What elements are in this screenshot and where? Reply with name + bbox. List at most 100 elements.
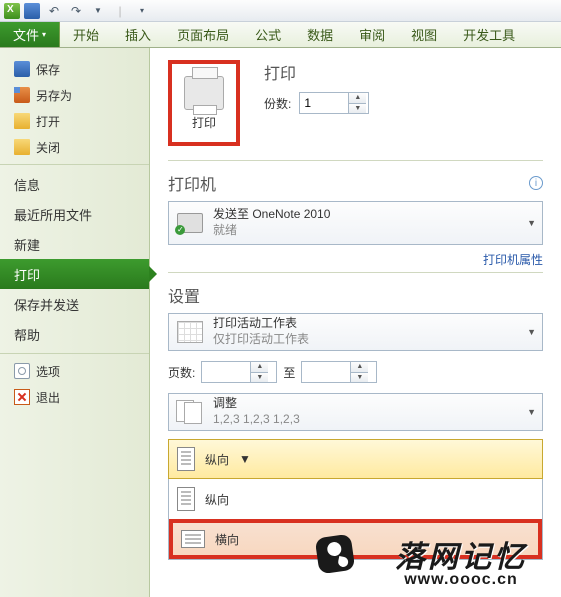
open-icon (14, 113, 30, 129)
sidebar-label: 打开 (36, 113, 60, 130)
portrait-icon (177, 487, 195, 511)
sidebar-label: 新建 (14, 235, 40, 254)
spin-down-icon[interactable]: ▼ (349, 104, 366, 114)
qat-undo[interactable]: ↶ (44, 2, 64, 20)
qat-save[interactable] (22, 2, 42, 20)
sidebar-label: 选项 (36, 363, 60, 380)
orientation-current: 纵向 (205, 451, 229, 468)
save-icon (14, 61, 30, 77)
tab-layout[interactable]: 页面布局 (164, 22, 242, 47)
tab-review[interactable]: 审阅 (346, 22, 398, 47)
copies-spinner[interactable]: ▲▼ (299, 92, 369, 114)
exit-icon (14, 389, 30, 405)
logo-text-url: www.oooc.cn (351, 571, 561, 589)
sidebar-item-save[interactable]: 保存 (0, 56, 149, 82)
worksheet-icon (177, 321, 203, 343)
sidebar-label: 另存为 (36, 87, 72, 104)
pages-to-label: 至 (283, 364, 295, 381)
collate-icon (176, 400, 204, 424)
print-button[interactable]: 打印 (168, 60, 240, 146)
tab-insert[interactable]: 插入 (112, 22, 164, 47)
sidebar-label: 最近所用文件 (14, 205, 92, 224)
sidebar-item-options[interactable]: 选项 (0, 358, 149, 384)
sidebar-item-saveas[interactable]: 另存为 (0, 82, 149, 108)
orientation-option-portrait[interactable]: 纵向 (169, 479, 542, 519)
sidebar-item-new[interactable]: 新建 (0, 229, 149, 259)
sidebar-label: 保存 (36, 61, 60, 78)
pages-from-input[interactable] (202, 362, 250, 382)
watermark-logo: 落网记忆 www.oooc.cn (351, 532, 561, 589)
sidebar-item-print[interactable]: 打印 (0, 259, 149, 289)
chevron-down-icon: ▼ (527, 327, 536, 337)
landscape-icon (181, 530, 205, 548)
saveas-icon (14, 87, 30, 103)
print-scope-dropdown[interactable]: 打印活动工作表 仅打印活动工作表 ▼ (168, 313, 543, 351)
option-label: 纵向 (205, 491, 229, 508)
printer-status: 就绪 (213, 223, 330, 239)
scope-sub: 仅打印活动工作表 (213, 332, 309, 348)
settings-header: 设置 (168, 283, 543, 307)
printer-icon (184, 76, 224, 110)
tab-formula[interactable]: 公式 (242, 22, 294, 47)
spin-up-icon[interactable]: ▲ (349, 93, 366, 104)
tab-file[interactable]: 文件 (0, 22, 60, 47)
save-icon (24, 3, 40, 19)
sidebar-item-open[interactable]: 打开 (0, 108, 149, 134)
pages-to-input[interactable] (302, 362, 350, 382)
pages-to-spinner[interactable]: ▲▼ (301, 361, 377, 383)
sidebar-label: 退出 (36, 389, 60, 406)
logo-text-cn: 落网记忆 (351, 532, 561, 576)
copies-label: 份数: (264, 95, 291, 112)
pages-label: 页数: (168, 364, 195, 381)
chevron-down-icon: ▼ (239, 452, 251, 466)
qat-more[interactable]: ▾ (132, 2, 152, 20)
printer-name: 发送至 OneNote 2010 (213, 207, 330, 223)
sidebar-item-info[interactable]: 信息 (0, 169, 149, 199)
tab-dev[interactable]: 开发工具 (450, 22, 528, 47)
sidebar-item-help[interactable]: 帮助 (0, 319, 149, 349)
portrait-icon (177, 447, 195, 471)
sidebar-label: 保存并发送 (14, 295, 79, 314)
tab-home[interactable]: 开始 (60, 22, 112, 47)
chevron-down-icon: ▼ (527, 218, 536, 228)
printer-header: 打印机 (168, 171, 216, 195)
qat-sep: | (110, 2, 130, 20)
spin-up-icon[interactable]: ▲ (251, 362, 268, 373)
scope-title: 打印活动工作表 (213, 316, 309, 332)
tab-view[interactable]: 视图 (398, 22, 450, 47)
option-label: 横向 (215, 531, 239, 548)
collate-title: 调整 (213, 396, 300, 412)
pages-from-spinner[interactable]: ▲▼ (201, 361, 277, 383)
sidebar-item-recent[interactable]: 最近所用文件 (0, 199, 149, 229)
tab-data[interactable]: 数据 (294, 22, 346, 47)
chevron-down-icon: ▼ (527, 407, 536, 417)
printer-properties-link[interactable]: 打印机属性 (168, 251, 543, 268)
options-icon (14, 363, 30, 379)
collate-dropdown[interactable]: 调整 1,2,3 1,2,3 1,2,3 ▼ (168, 393, 543, 431)
sidebar-label: 关闭 (36, 139, 60, 156)
sidebar-item-share[interactable]: 保存并发送 (0, 289, 149, 319)
printer-dropdown[interactable]: 发送至 OneNote 2010 就绪 ▼ (168, 201, 543, 245)
sidebar-item-exit[interactable]: 退出 (0, 384, 149, 410)
orientation-dropdown[interactable]: 纵向 ▼ (168, 439, 543, 479)
sidebar-label: 帮助 (14, 325, 40, 344)
sidebar-item-close[interactable]: 关闭 (0, 134, 149, 160)
backstage-sidebar: 保存 另存为 打开 关闭 信息 最近所用文件 新建 打印 保存并发送 帮助 选项… (0, 48, 150, 597)
qat-customize[interactable]: ▼ (88, 2, 108, 20)
info-icon[interactable]: i (529, 176, 543, 190)
printer-ready-icon (177, 213, 203, 233)
spin-up-icon[interactable]: ▲ (351, 362, 368, 373)
spin-down-icon[interactable]: ▼ (351, 373, 368, 383)
sidebar-label: 信息 (14, 175, 40, 194)
logo-badge-icon (315, 534, 356, 575)
copies-input[interactable] (300, 93, 348, 113)
app-icon (4, 3, 20, 19)
close-icon (14, 139, 30, 155)
collate-sub: 1,2,3 1,2,3 1,2,3 (213, 412, 300, 428)
qat-redo[interactable]: ↷ (66, 2, 86, 20)
print-panel: 打印 打印 份数: ▲▼ 打印机 i 发送至 OneNote 2010 (150, 48, 561, 597)
spin-down-icon[interactable]: ▼ (251, 373, 268, 383)
sidebar-label: 打印 (14, 265, 40, 284)
print-header: 打印 (264, 60, 369, 84)
print-button-label: 打印 (192, 114, 216, 131)
